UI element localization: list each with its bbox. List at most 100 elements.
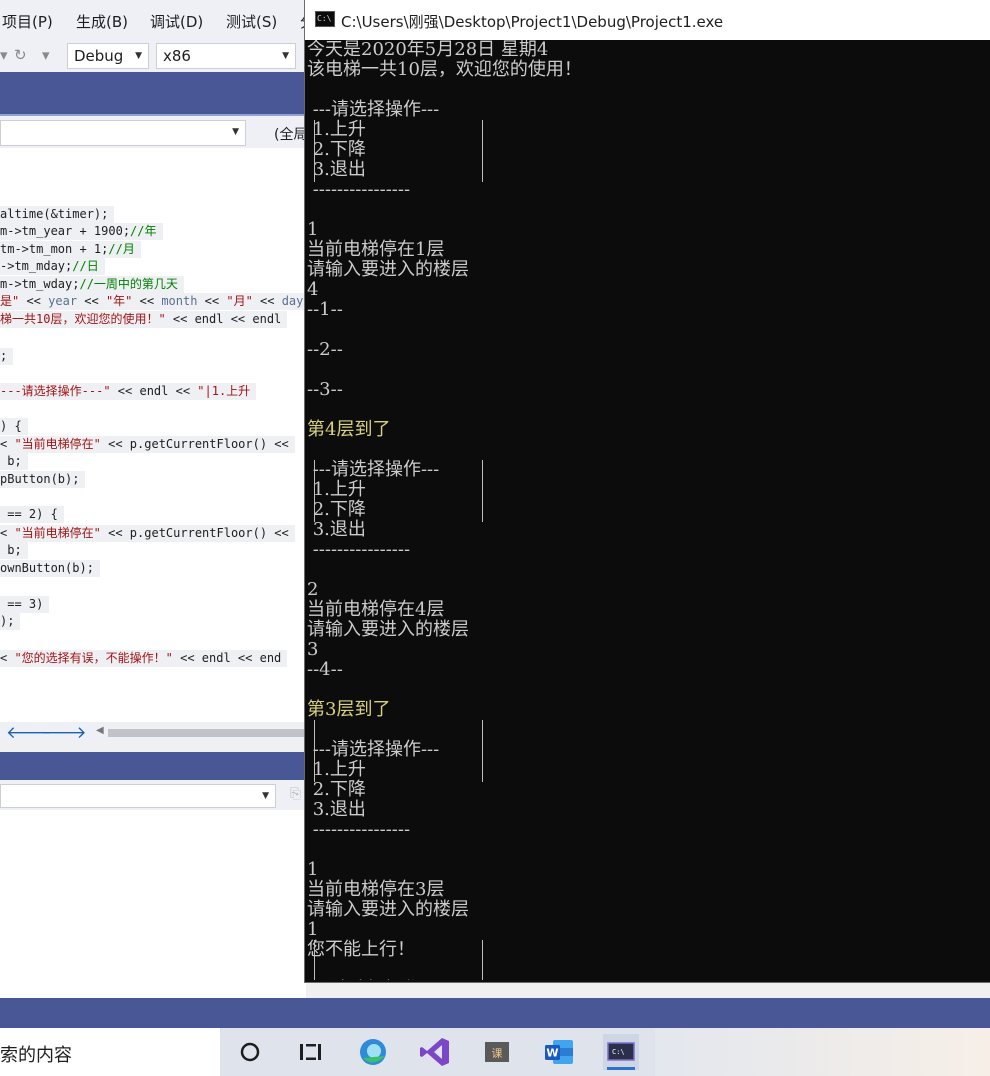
code-token: year <box>48 294 78 308</box>
taskbar: 索的内容 课 W C:\ <box>0 1028 990 1076</box>
code-token: ) { <box>0 419 22 433</box>
solution-config-combo[interactable]: Debug ▼ <box>67 43 149 69</box>
horizontal-scrollbar[interactable] <box>108 729 306 737</box>
solution-platform-combo[interactable]: x86 ▼ <box>156 43 296 69</box>
word-icon[interactable]: W <box>541 1034 577 1070</box>
console-output[interactable]: 今天是2020年5月28日 星期4 该电梯一共10层，欢迎您的使用！ ---请选择… <box>307 40 988 980</box>
output-source-combo[interactable]: ▼ <box>0 784 276 808</box>
scroll-left-icon[interactable]: ◀ <box>96 725 104 736</box>
chevron-down-icon: ▼ <box>232 127 239 137</box>
edge-icon[interactable] <box>355 1034 391 1070</box>
console-taskbar-icon[interactable]: C:\ <box>603 1034 639 1070</box>
output-pane <box>0 810 306 998</box>
console-line: ---------------- <box>307 179 411 200</box>
code-token: b; <box>0 454 22 468</box>
code-token: altime(&timer); <box>0 207 109 221</box>
code-token: << p.getCurrentFloor() << <box>100 526 289 540</box>
console-line: 第4层到了 <box>307 419 391 440</box>
taskbar-search-box[interactable]: 索的内容 <box>0 1028 220 1076</box>
arrow-right-icon[interactable]: 🡒 <box>41 723 87 743</box>
code-token: << <box>77 294 106 308</box>
code-token: == 2) { <box>0 507 58 521</box>
console-title-bar[interactable]: C:\ C:\Users\刚强\Desktop\Project1\Debug\P… <box>305 0 990 40</box>
code-token: << <box>252 294 282 308</box>
project-scope-combo[interactable]: ▼ <box>0 120 246 146</box>
code-token: "|1.上升 <box>197 384 251 398</box>
code-token: ownButton(b); <box>0 561 94 575</box>
cortana-icon[interactable] <box>232 1034 268 1070</box>
code-token: ; <box>0 349 8 363</box>
menu-test[interactable]: 测试(S) <box>226 11 277 32</box>
code-token: < <box>0 651 15 665</box>
console-line: 4 <box>307 279 319 300</box>
menu-box-border <box>314 120 483 182</box>
code-line: < "当前电梯停在" << p.getCurrentFloor() << <box>0 436 295 453</box>
svg-text:W: W <box>546 1047 558 1060</box>
code-line: < "当前电梯停在" << p.getCurrentFloor() << <box>0 525 295 542</box>
svg-text:课: 课 <box>492 1047 503 1060</box>
output-action-icon[interactable]: ⎘ <box>290 786 301 802</box>
vs-output-band <box>0 752 306 780</box>
solution-config-value: Debug <box>74 47 124 65</box>
menu-box-border <box>314 720 483 782</box>
code-line: ownButton(b); <box>0 560 100 577</box>
console-line: --4-- <box>307 659 343 680</box>
console-line: ---请选择操作--- <box>307 99 440 120</box>
svg-text:C:\: C:\ <box>612 1048 625 1056</box>
console-line: 当前电梯停在4层 <box>307 599 445 620</box>
console-line: 该电梯一共10层，欢迎您的使用！ <box>307 59 582 80</box>
code-line: m->tm_year + 1900;//年 <box>0 223 163 240</box>
code-token: << p.getCurrentFloor() << <box>100 437 289 451</box>
code-token: 梯一共10层，欢迎您的使用！" <box>0 312 166 326</box>
code-token: < <box>0 526 15 540</box>
code-token: << endl << end <box>172 651 282 665</box>
code-line: == 3) <box>0 596 50 613</box>
menu-box-border <box>314 460 483 522</box>
code-token: << <box>132 294 162 308</box>
code-line: == 2) { <box>0 506 64 523</box>
code-token: //一周中的第几天 <box>79 277 178 291</box>
redo-icon[interactable]: ↻ <box>14 46 27 64</box>
active-indicator <box>607 1067 635 1070</box>
task-view-icon[interactable] <box>292 1034 328 1070</box>
code-line: altime(&timer); <box>0 206 115 223</box>
chevron-down-icon: ▼ <box>282 51 289 61</box>
console-window[interactable]: C:\ C:\Users\刚强\Desktop\Project1\Debug\P… <box>305 0 990 982</box>
code-token: day <box>281 294 304 308</box>
console-line: --3-- <box>307 379 343 400</box>
code-token: < <box>0 437 15 451</box>
code-token: 是" <box>0 294 20 308</box>
code-token: m->tm_year + 1900; <box>0 224 131 238</box>
global-scope-value: (全局 <box>274 127 308 143</box>
code-line: m->tm_wday;//一周中的第几天 <box>0 276 184 293</box>
course-app-icon[interactable]: 课 <box>479 1034 515 1070</box>
chevron-down-icon: ▼ <box>262 791 269 801</box>
dropdown-arrow-icon[interactable]: ▾ <box>0 46 8 64</box>
code-token: tm->tm_mon + 1; <box>0 242 109 256</box>
code-token: "您的选择有误，不能操作！" <box>14 651 173 665</box>
code-token: //日 <box>72 259 99 273</box>
redo-dropdown-icon[interactable]: ▾ <box>42 46 50 64</box>
console-line: --2-- <box>307 339 343 360</box>
code-token: ->tm_mday; <box>0 259 73 273</box>
editor-footer: 🡐 🡒 ◀ <box>0 722 306 744</box>
code-line: 是" << year << "年" << month << "月" << day <box>0 293 306 310</box>
console-line: 当前电梯停在3层 <box>307 879 445 900</box>
code-line: ) { <box>0 418 28 435</box>
menu-build[interactable]: 生成(B) <box>76 11 128 32</box>
console-line: --1-- <box>307 299 343 320</box>
menu-debug[interactable]: 调试(D) <box>150 11 203 32</box>
code-line: ; <box>0 348 14 365</box>
menu-project[interactable]: 项目(P) <box>2 11 53 32</box>
code-token: //月 <box>108 242 135 256</box>
visual-studio-icon[interactable] <box>417 1034 453 1070</box>
code-line: pButton(b); <box>0 471 86 488</box>
code-token: << endl << <box>110 384 198 398</box>
console-line: 2.下降 <box>307 779 366 800</box>
console-line: 请输入要进入的楼层 <box>307 619 469 640</box>
chevron-down-icon: ▼ <box>135 51 142 61</box>
code-token: "年" <box>105 294 133 308</box>
code-editor[interactable]: altime(&timer); m->tm_year + 1900;//年 tm->… <box>0 148 306 722</box>
code-line: ); <box>0 613 21 630</box>
code-line: tm->tm_mon + 1;//月 <box>0 241 141 258</box>
